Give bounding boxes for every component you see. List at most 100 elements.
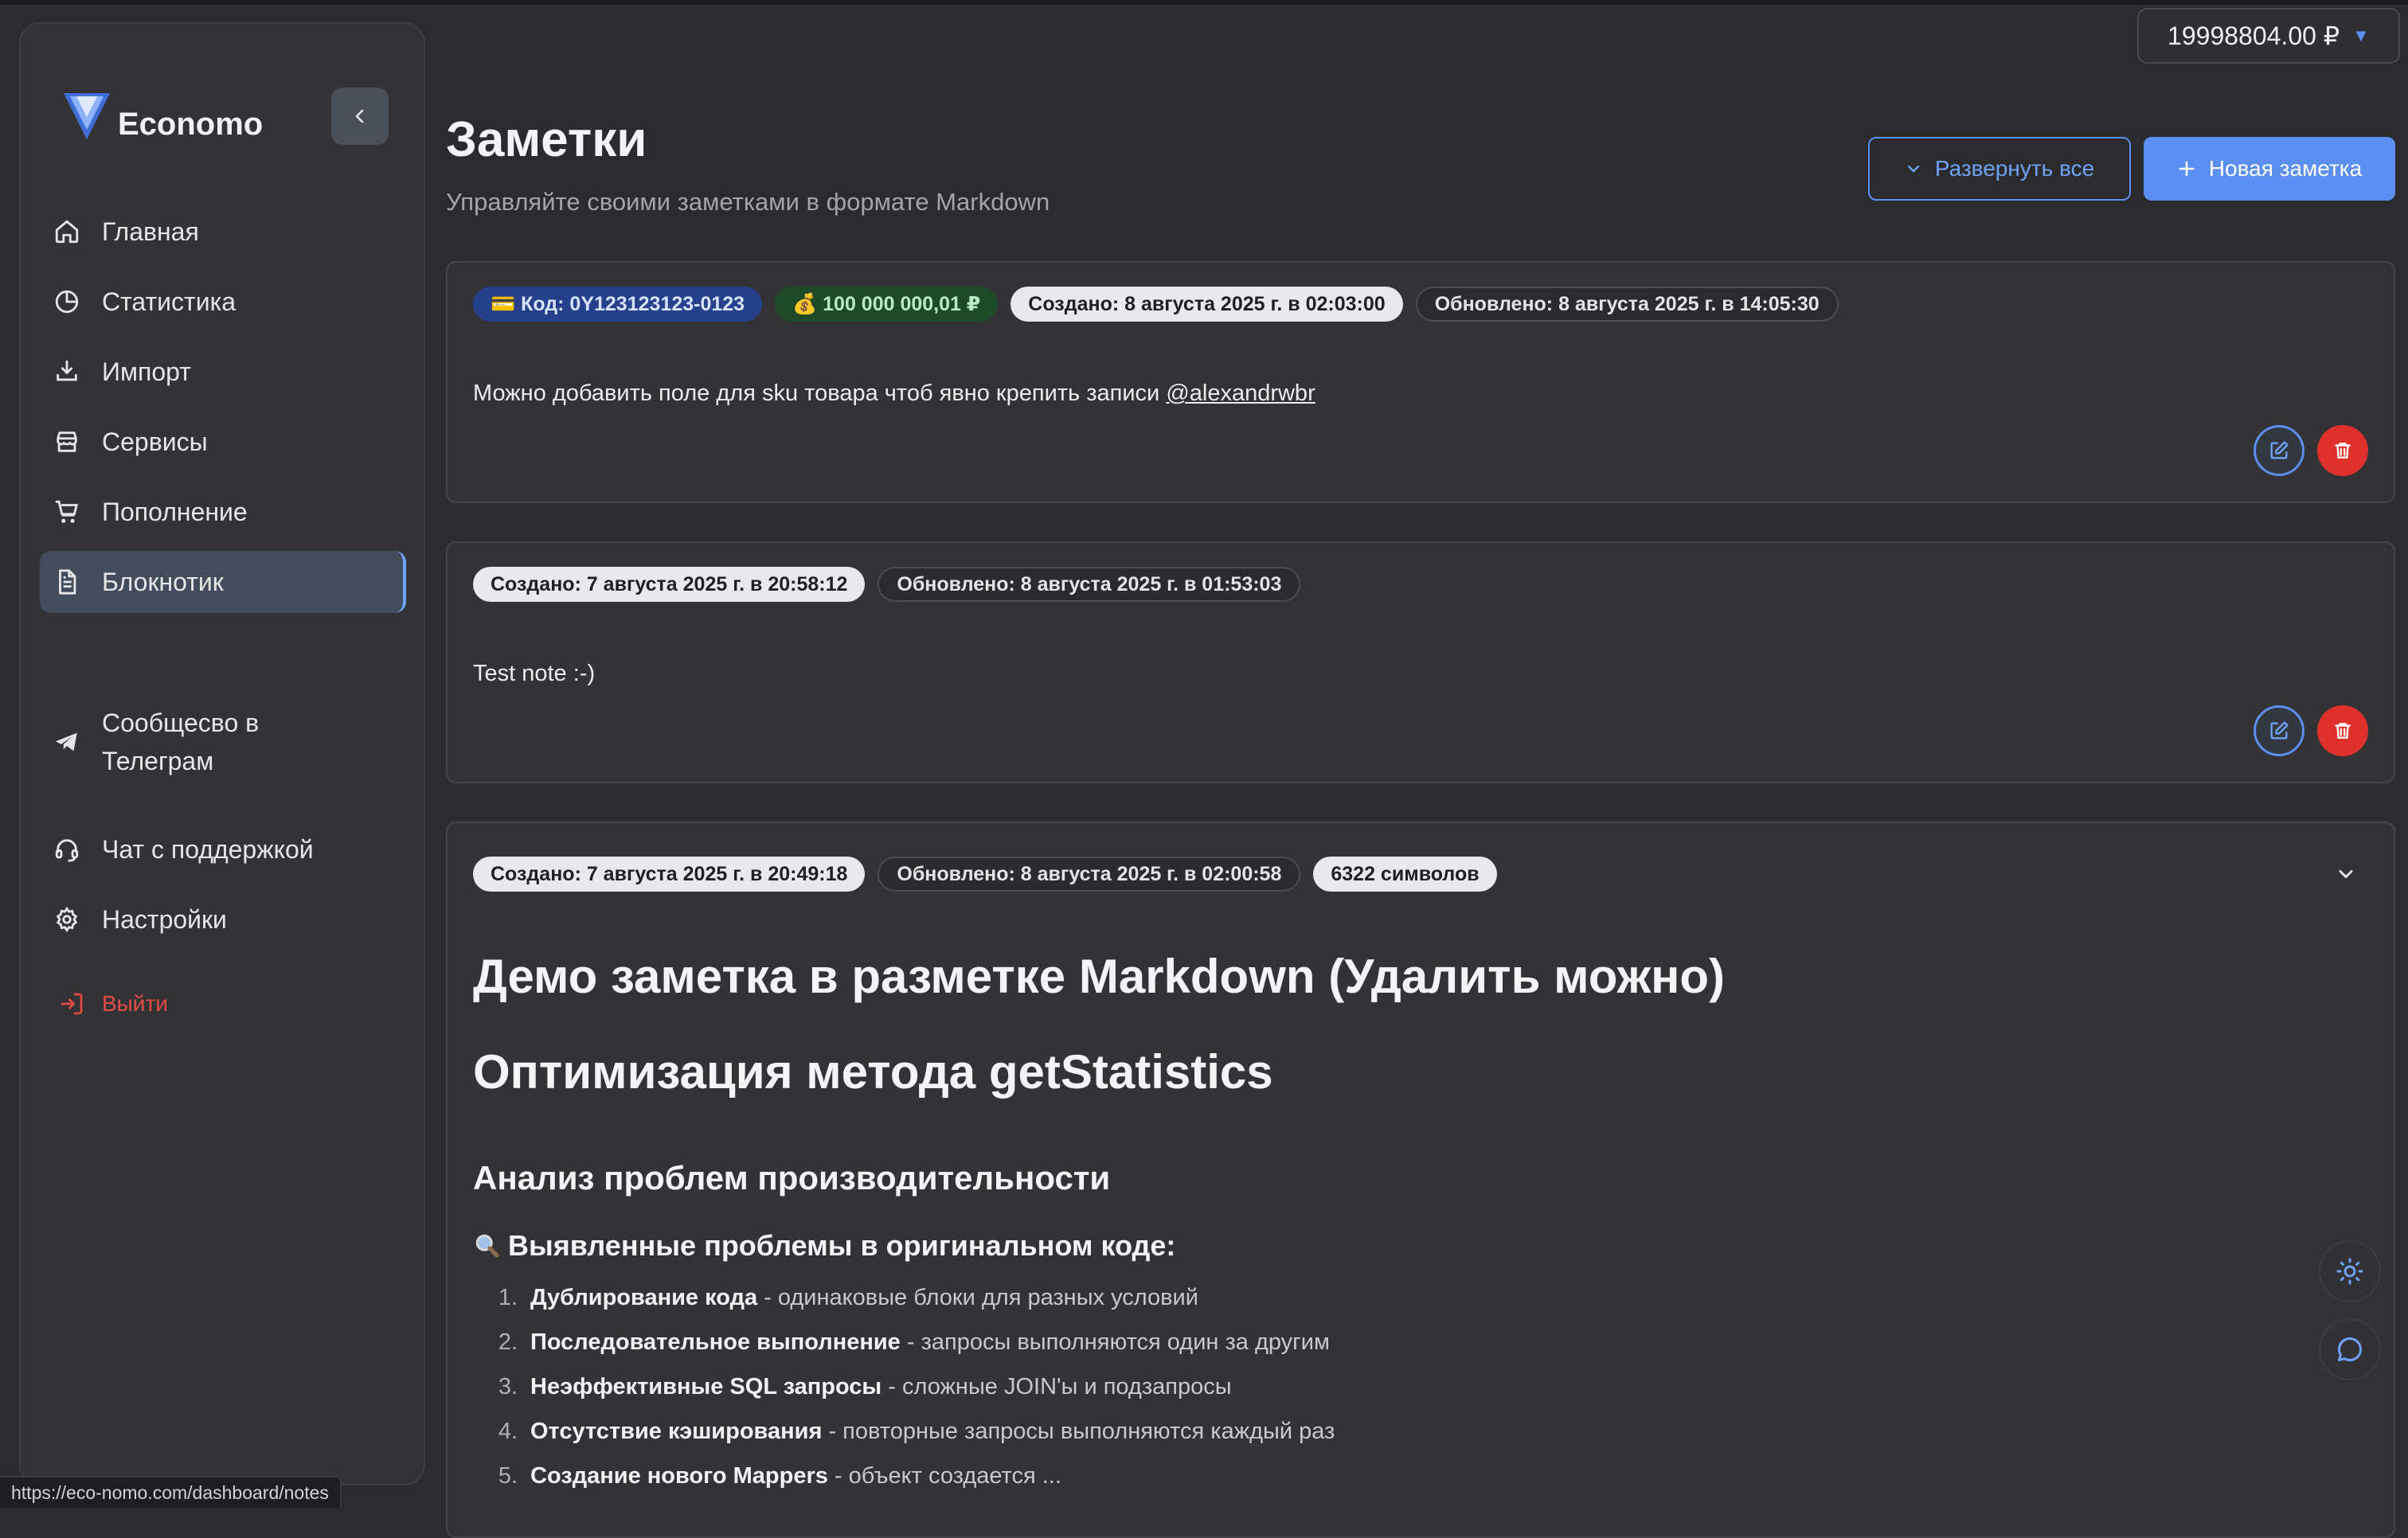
list-item-bold: Последовательное выполнение (530, 1329, 901, 1355)
app-name: Economo (118, 107, 264, 142)
edit-icon (2270, 441, 2289, 459)
chat-bubble-icon (2338, 1337, 2362, 1362)
telegram-icon (53, 728, 81, 756)
balance-dropdown[interactable]: 19998804.00 ₽ ▼ (2137, 8, 2400, 64)
import-icon (53, 357, 81, 386)
created-badge: Создано: 8 августа 2025 г. в 02:03:00 (1010, 287, 1403, 322)
sidebar-item-label: Главная (102, 217, 199, 246)
new-note-label: Новая заметка (2208, 156, 2363, 181)
list-item-text: - повторные запросы выполняются каждый р… (822, 1419, 1335, 1444)
list-item: 3. Неэффективные SQL запросы - сложные JO… (473, 1374, 1232, 1400)
sidebar: Economo Главная Статистика Импорт Сервис… (19, 22, 425, 1485)
logo-icon (64, 92, 110, 139)
page-title: Заметки (446, 112, 647, 167)
list-item: 2. Последовательное выполнение - запросы … (473, 1329, 1330, 1356)
sidebar-item-services[interactable]: Сервисы (40, 411, 406, 473)
sidebar-item-topup[interactable]: Пополнение (40, 481, 406, 543)
chars-count-badge: 6322 символов (1313, 857, 1497, 892)
cart-icon (53, 498, 81, 526)
trash-icon (2335, 723, 2351, 739)
notebook-icon (53, 568, 81, 596)
list-number: 5. (498, 1463, 518, 1489)
list-item: 5. Создание нового Mappers - объект созда… (473, 1463, 1061, 1489)
magnifier-icon (475, 1234, 499, 1258)
new-note-button[interactable]: Новая заметка (2144, 137, 2395, 201)
sidebar-item-label: Сообщесво в Телеграм (102, 708, 260, 775)
app-logo[interactable]: Economo (62, 89, 263, 142)
list-item-bold: Создание нового Mappers (530, 1463, 828, 1489)
list-item-text: - объект создается ... (827, 1463, 1061, 1489)
list-item-bold: Неэффективные SQL запросы (530, 1374, 882, 1399)
markdown-heading-4-text: Выявленные проблемы в оригинальном коде: (508, 1229, 1176, 1262)
note-badges: Создано: 7 августа 2025 г. в 20:58:12 Об… (473, 567, 1301, 602)
markdown-heading-1: Оптимизация метода getStatistics (473, 1045, 1273, 1099)
sidebar-item-label: Настройки (102, 904, 227, 934)
sidebar-item-settings[interactable]: Настройки (40, 888, 406, 951)
chevron-down-icon (1905, 160, 1922, 178)
edit-note-button[interactable] (2254, 425, 2304, 476)
theme-toggle-button[interactable] (2319, 1240, 2381, 1302)
edit-icon (2270, 721, 2289, 740)
logout-icon (57, 990, 86, 1018)
sidebar-item-statistics[interactable]: Статистика (40, 271, 406, 333)
sidebar-item-label: Блокнотик (102, 567, 224, 596)
expand-all-label: Развернуть все (1934, 156, 2095, 181)
collapse-note-button[interactable] (2330, 858, 2362, 890)
list-item-text: - сложные JOIN'ы и подзапросы (882, 1374, 1232, 1399)
caret-down-icon: ▼ (2352, 25, 2370, 45)
note-badges: Создано: 7 августа 2025 г. в 20:49:18 Об… (473, 857, 1497, 892)
list-item-bold: Отсутствие кэширования (530, 1419, 823, 1444)
headset-icon (53, 835, 81, 864)
logout-label: Выйти (102, 991, 168, 1016)
markdown-heading-1: Демо заметка в разметке Markdown (Удалит… (473, 950, 1725, 1003)
sidebar-item-support-chat[interactable]: Чат с поддержкой (40, 818, 406, 880)
expand-all-button[interactable]: Развернуть все (1868, 137, 2131, 201)
list-item-text: - запросы выполняются один за другим (900, 1329, 1330, 1355)
chevron-left-icon (355, 109, 364, 123)
chart-pie-icon (53, 287, 81, 316)
mention-link[interactable]: @alexandrwbr (1166, 381, 1315, 406)
edit-note-button[interactable] (2254, 705, 2304, 756)
note-text: Test note :-) (473, 661, 596, 686)
store-icon (53, 427, 81, 456)
delete-note-button[interactable] (2317, 705, 2368, 756)
list-number: 2. (498, 1329, 518, 1355)
markdown-heading-4: Выявленные проблемы в оригинальном коде: (473, 1229, 1175, 1263)
list-number: 4. (498, 1419, 518, 1444)
chevron-down-icon (2339, 870, 2353, 879)
amount-badge: 💰 100 000 000,01 ₽ (775, 287, 999, 322)
balance-value: 19998804.00 ₽ (2168, 21, 2340, 50)
sidebar-item-home[interactable]: Главная (40, 201, 406, 263)
markdown-heading-3: Анализ проблем производительности (473, 1159, 1111, 1196)
note-text: Можно добавить поле для sku товара чтоб … (473, 381, 1315, 407)
sidebar-item-label: Пополнение (102, 497, 248, 526)
created-badge: Создано: 7 августа 2025 г. в 20:49:18 (473, 857, 866, 892)
code-badge: 💳 Код: 0Y123123123-0123 (473, 287, 763, 322)
note-text-body: Можно добавить поле для sku товара чтоб … (473, 381, 1167, 406)
page-subtitle: Управляйте своими заметками в формате Ma… (446, 188, 1050, 216)
collapse-sidebar-button[interactable] (331, 88, 389, 145)
window-top-edge (0, 0, 2408, 5)
sidebar-item-import[interactable]: Импорт (40, 341, 406, 403)
list-number: 3. (498, 1374, 518, 1399)
note-badges: 💳 Код: 0Y123123123-0123 💰 100 000 000,01… (473, 287, 1839, 322)
note-card: 💳 Код: 0Y123123123-0123 💰 100 000 000,01… (446, 261, 2395, 503)
list-number: 1. (498, 1285, 518, 1310)
home-icon (53, 217, 81, 246)
list-item: 4. Отсутствие кэширования - повторные зап… (473, 1419, 1335, 1445)
sidebar-item-label: Статистика (102, 287, 236, 316)
sidebar-item-label: Импорт (102, 357, 191, 386)
updated-badge: Обновлено: 8 августа 2025 г. в 01:53:03 (878, 567, 1301, 602)
list-item-bold: Дублирование кода (530, 1285, 758, 1310)
sidebar-item-label: Сервисы (102, 427, 208, 456)
gear-icon (53, 905, 81, 934)
chat-button[interactable] (2319, 1318, 2381, 1380)
sidebar-item-notebook[interactable]: Блокнотик (40, 551, 406, 613)
logout-button[interactable]: Выйти (40, 973, 406, 1035)
delete-note-button[interactable] (2317, 425, 2368, 476)
list-item: 1. Дублирование кода - одинаковые блоки д… (473, 1285, 1198, 1311)
created-badge: Создано: 7 августа 2025 г. в 20:58:12 (473, 567, 866, 602)
sun-icon (2336, 1258, 2363, 1285)
sidebar-item-telegram[interactable]: Сообщесво в Телеграм (40, 701, 406, 783)
note-card: Создано: 7 августа 2025 г. в 20:49:18 Об… (446, 822, 2395, 1538)
